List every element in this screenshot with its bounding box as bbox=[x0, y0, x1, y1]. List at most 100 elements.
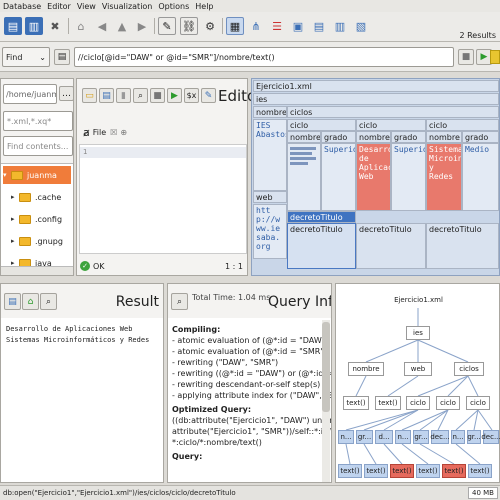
map-nombre-3[interactable]: nombre bbox=[426, 131, 462, 143]
close-tab-icon[interactable]: ☒ bbox=[110, 128, 117, 137]
tree-item-cache[interactable]: ▸ .cache bbox=[11, 188, 61, 206]
find-contents-input[interactable]: Find contents... bbox=[3, 136, 73, 156]
tree-item-juanma[interactable]: ▾ juanma bbox=[3, 166, 71, 184]
tree-node-leaf[interactable]: dec... bbox=[481, 430, 500, 444]
filter-icon[interactable] bbox=[490, 50, 500, 64]
tree-node-web[interactable]: web bbox=[404, 362, 432, 376]
stop-icon[interactable]: ■ bbox=[458, 49, 474, 65]
tree-node-text-leaf-highlighted[interactable]: text() bbox=[442, 464, 466, 478]
close-database-icon[interactable]: ✖ bbox=[46, 17, 64, 35]
grid-view-icon[interactable]: ▦ bbox=[226, 17, 244, 35]
save-file-icon[interactable]: ▤ bbox=[99, 88, 114, 103]
plot-view-icon[interactable]: ▤ bbox=[310, 17, 328, 35]
map-nombre[interactable]: nombre bbox=[253, 106, 287, 118]
map-text-block-1[interactable] bbox=[287, 143, 321, 211]
tree-node-leaf[interactable]: dec... bbox=[430, 430, 450, 444]
map-daw[interactable]: Desarrollo de Aplicaciones Web bbox=[356, 143, 391, 211]
tree-node-ciclo[interactable]: ciclo bbox=[466, 396, 490, 410]
tree-node-leaf[interactable]: n... bbox=[451, 430, 465, 444]
tree-item-gnupg[interactable]: ▸ .gnupg bbox=[11, 232, 63, 250]
menu-editor[interactable]: Editor bbox=[47, 2, 71, 11]
tree-node-text-leaf[interactable]: text() bbox=[416, 464, 440, 478]
scrollbar-thumb[interactable] bbox=[322, 322, 330, 412]
tree-node-nombre[interactable]: nombre bbox=[348, 362, 384, 376]
gear-icon[interactable]: ⚙ bbox=[201, 17, 219, 35]
tree-node-root[interactable]: Ejercicio1.xml bbox=[381, 293, 456, 307]
tree-node-leaf[interactable]: n... bbox=[395, 430, 411, 444]
map-smr[interactable]: Sistemas Microinformáticos y Redes bbox=[426, 143, 462, 211]
stop-icon[interactable]: ■ bbox=[150, 88, 165, 103]
map-ies-name[interactable]: IES Abastos bbox=[253, 119, 287, 191]
map-ies[interactable]: ies bbox=[253, 93, 499, 105]
tree-node-text-leaf[interactable]: text() bbox=[468, 464, 492, 478]
map-ciclo-2[interactable]: ciclo bbox=[356, 119, 426, 131]
map-grado-value-2[interactable]: Superior bbox=[391, 143, 426, 211]
new-database-icon[interactable]: ▤ bbox=[4, 17, 22, 35]
map-decreto-1[interactable]: decretoTitulo bbox=[287, 223, 356, 269]
map-view-icon[interactable]: ▣ bbox=[289, 17, 307, 35]
vertical-scrollbar[interactable] bbox=[322, 320, 330, 482]
find-icon[interactable]: ⌕ bbox=[40, 293, 57, 310]
pen-icon[interactable]: ✎ bbox=[158, 17, 176, 35]
map-grado-3[interactable]: grado bbox=[462, 131, 499, 143]
map-ciclo-3[interactable]: ciclo bbox=[426, 119, 499, 131]
back-icon[interactable]: ◀ bbox=[93, 17, 111, 35]
file-tab[interactable]: ⱥ File ☒ ⊕ bbox=[83, 126, 127, 139]
tree-view-icon[interactable]: ⋔ bbox=[247, 17, 265, 35]
tree-node-ciclo[interactable]: ciclo bbox=[436, 396, 460, 410]
tree-node-text-leaf[interactable]: text() bbox=[364, 464, 388, 478]
menu-help[interactable]: Help bbox=[195, 2, 213, 11]
save-icon[interactable]: ▤ bbox=[4, 293, 21, 310]
menu-view[interactable]: View bbox=[77, 2, 96, 11]
map-grado-value-3[interactable]: Medio bbox=[462, 143, 499, 211]
map-nombre-2[interactable]: nombre bbox=[356, 131, 391, 143]
map-grado-1[interactable]: grado bbox=[321, 131, 356, 143]
tree-node-text-leaf-highlighted[interactable]: text() bbox=[390, 464, 414, 478]
tree-node-leaf[interactable]: gr... bbox=[413, 430, 429, 444]
link-icon[interactable]: ⛓ bbox=[180, 17, 198, 35]
browse-button[interactable]: … bbox=[59, 86, 74, 101]
edit-icon[interactable]: ✎ bbox=[201, 88, 216, 103]
tree-node-leaf[interactable]: gr... bbox=[467, 430, 481, 444]
menu-options[interactable]: Options bbox=[158, 2, 189, 11]
map-nombre-1[interactable]: nombre bbox=[287, 131, 321, 143]
folder-view-icon[interactable]: ▥ bbox=[331, 17, 349, 35]
forward-icon[interactable]: ▶ bbox=[133, 17, 151, 35]
run-icon[interactable]: ▶ bbox=[167, 88, 182, 103]
history-icon[interactable]: ▤ bbox=[54, 49, 70, 65]
tree-node-leaf[interactable]: n... bbox=[338, 430, 354, 444]
tree-node-ciclos[interactable]: ciclos bbox=[454, 362, 484, 376]
memory-indicator[interactable]: 40 MB bbox=[468, 487, 498, 499]
add-tab-icon[interactable]: ⊕ bbox=[120, 128, 127, 137]
mode-select[interactable]: Find ⌄ bbox=[2, 47, 50, 67]
map-decreto-selected[interactable]: decretoTitulo bbox=[287, 211, 356, 223]
home-icon[interactable]: ⌂ bbox=[22, 293, 39, 310]
open-file-icon[interactable]: ▭ bbox=[82, 88, 97, 103]
path-field[interactable]: /home/juanma/ bbox=[3, 84, 57, 104]
tree-node-ciclo[interactable]: ciclo bbox=[406, 396, 430, 410]
map-web-url[interactable]: http://www.iesaba.org bbox=[253, 204, 287, 259]
tree-node-text[interactable]: text() bbox=[343, 396, 369, 410]
home-icon[interactable]: ⌂ bbox=[72, 17, 90, 35]
file-filter-input[interactable]: *.xml,*.xq* bbox=[3, 111, 73, 131]
close-file-icon[interactable]: ▮ bbox=[116, 88, 131, 103]
table-view-icon[interactable]: ☰ bbox=[268, 17, 286, 35]
map-ciclo-1[interactable]: ciclo bbox=[287, 119, 356, 131]
tree-node-text[interactable]: text() bbox=[375, 396, 401, 410]
explore-view-icon[interactable]: ▧ bbox=[352, 17, 370, 35]
find-icon[interactable]: ⌕ bbox=[133, 88, 148, 103]
map-grado-value-1[interactable]: Superior bbox=[321, 143, 356, 211]
menu-visualization[interactable]: Visualization bbox=[102, 2, 153, 11]
menu-database[interactable]: Database bbox=[3, 2, 41, 11]
xquery-icon[interactable]: $x bbox=[184, 88, 199, 103]
map-web[interactable]: web bbox=[253, 191, 287, 203]
open-database-icon[interactable]: ▥ bbox=[25, 17, 43, 35]
query-input[interactable]: //ciclo[@id="DAW" or @id="SMR"]/nombre/t… bbox=[74, 47, 454, 67]
up-icon[interactable]: ▲ bbox=[113, 17, 131, 35]
map-decreto-3[interactable]: decretoTitulo bbox=[426, 223, 499, 269]
tree-node-leaf[interactable]: gr... bbox=[356, 430, 373, 444]
map-ciclos[interactable]: ciclos bbox=[287, 106, 499, 118]
tree-node-leaf[interactable]: d... bbox=[375, 430, 393, 444]
map-grado-2[interactable]: grado bbox=[391, 131, 426, 143]
find-icon[interactable]: ⌕ bbox=[171, 293, 188, 310]
